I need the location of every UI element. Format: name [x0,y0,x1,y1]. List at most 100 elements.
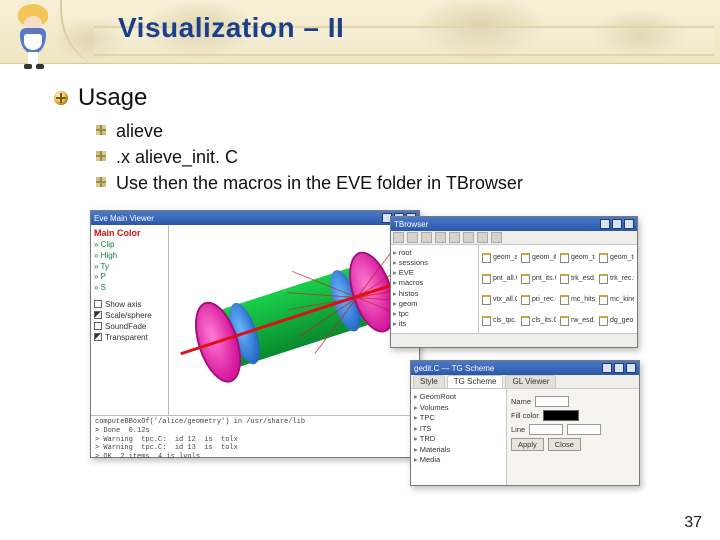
usage-heading: Usage [78,84,147,112]
tree-node[interactable]: TPC [414,413,503,424]
apply-button[interactable]: Apply [511,438,544,451]
checkbox-label: Transparent [105,333,148,342]
file-item[interactable]: pnt_all.C [482,269,517,288]
tree-folder[interactable]: tpc [393,309,476,319]
slide-body: Usage alieve .x alieve_init. C Use then … [0,64,720,196]
titlebar: Eve Main Viewer [91,211,419,225]
tab[interactable]: GL Viewer [505,375,556,388]
usage-sublist: alieve .x alieve_init. C Use then the ma… [96,118,696,196]
window-controls[interactable] [602,363,636,373]
titlebar: TBrowser [391,217,637,231]
tree-folder[interactable]: geom [393,299,476,309]
prop-line: Line [511,424,635,435]
tree-folder[interactable]: histos [393,289,476,299]
tree-node[interactable]: TRD [414,434,503,445]
window-title: TBrowser [394,220,428,229]
viewer-console: computeBBoxOf('/alice/geometry') in /usr… [91,415,419,457]
window-title: Eve Main Viewer [94,214,154,223]
number-input[interactable] [567,424,601,435]
usage-item: alieve [96,118,696,144]
usage-item-text: Use then the macros in the EVE folder in… [116,170,523,196]
slide-header: Visualization – II [0,0,720,64]
close-button[interactable]: Close [548,438,581,451]
panel-row[interactable]: » High [94,251,165,262]
file-item[interactable]: geom_tpc.C [560,248,595,267]
file-item[interactable]: mc_hits.C [560,290,595,309]
checkbox-row[interactable]: Show axis [94,300,165,309]
checkbox-row[interactable]: Scale/sphere [94,311,165,320]
page-number: 37 [684,514,702,532]
panel-row[interactable]: » S [94,283,165,294]
viewer-3d-canvas[interactable] [169,225,419,415]
tree-folder[interactable]: EVE [393,268,476,278]
tab[interactable]: TG Scheme [447,375,504,388]
detector-geometry-icon [179,235,413,405]
color-swatch[interactable] [543,410,579,421]
grid-bullet-icon [96,177,106,187]
file-item[interactable]: pri_rec.C [521,290,556,309]
number-input[interactable] [529,424,563,435]
file-item[interactable]: rw_esd.C [560,311,595,330]
tree-folder[interactable]: macros [393,278,476,288]
file-item[interactable]: geom_trd.C [599,248,634,267]
checkbox-label: Scale/sphere [105,311,152,320]
slide-title: Visualization – II [118,12,344,44]
window-controls[interactable] [600,219,634,229]
panel-header: Main Color [94,228,165,238]
file-item[interactable]: geom_its.C [521,248,556,267]
browser-statusbar [391,333,637,347]
tree-folder[interactable]: root [393,248,476,258]
file-item[interactable]: dg_geo.C [599,311,634,330]
panel-row[interactable]: » Clip [94,240,165,251]
file-item[interactable]: trk_esd.C [560,269,595,288]
field-label: Line [511,425,525,434]
field-label: Fill color [511,411,539,420]
tree-node[interactable]: ITS [414,424,503,435]
compass-bullet-icon [54,91,68,105]
usage-item-text: .x alieve_init. C [116,144,238,170]
browser-tree[interactable]: root sessions EVE macros histos geom tpc… [391,245,479,347]
usage-item: Use then the macros in the EVE folder in… [96,170,696,196]
text-input[interactable] [535,396,569,407]
file-item[interactable]: geom_all.C [482,248,517,267]
tree-folder[interactable]: its [393,319,476,329]
tree-node[interactable]: GeomRoot [414,392,503,403]
file-item[interactable]: cls_its.C [521,311,556,330]
checkbox-row[interactable]: Transparent [94,333,165,342]
file-item[interactable]: cls_tpc.C [482,311,517,330]
tree-node[interactable]: Media [414,455,503,466]
file-item[interactable]: pnt_its.C [521,269,556,288]
usage-item: .x alieve_init. C [96,144,696,170]
field-label: Name [511,397,531,406]
panel-row[interactable]: » Ty [94,262,165,273]
tree-node[interactable]: Materials [414,445,503,456]
prop-actions: Apply Close [511,438,635,451]
alice-mascot-icon [10,4,62,70]
window-style-editor: gedit.C — TG Scheme Style TG Scheme GL V… [410,360,640,486]
grid-bullet-icon [96,151,106,161]
prop-fillcolor: Fill color [511,410,635,421]
usage-item-text: alieve [116,118,163,144]
editor-tree[interactable]: GeomRoot Volumes TPC ITS TRD Materials M… [411,389,507,485]
file-item[interactable]: trk_rec.C [599,269,634,288]
checkbox-row[interactable]: SoundFade [94,322,165,331]
editor-tabs: Style TG Scheme GL Viewer [411,375,639,389]
prop-name: Name [511,396,635,407]
window-title: gedit.C — TG Scheme [414,364,494,373]
viewer-side-panel: Main Color » Clip » High » Ty » P » S Sh… [91,225,169,415]
browser-toolbar[interactable] [391,231,637,245]
tree-node[interactable]: Volumes [414,403,503,414]
tree-folder[interactable]: sessions [393,258,476,268]
file-item[interactable]: mc_kine.C [599,290,634,309]
tab[interactable]: Style [413,375,445,388]
window-eve-viewer: Eve Main Viewer Main Color » Clip » High… [90,210,420,458]
checkbox-label: Show axis [105,300,141,309]
bullet-usage: Usage [54,84,696,112]
editor-properties: Name Fill color Line Apply Close [507,389,639,485]
file-item[interactable]: vtx_all.C [482,290,517,309]
grid-bullet-icon [96,125,106,135]
checkbox-label: SoundFade [105,322,146,331]
window-tbrowser: TBrowser root sessions EVE macros histos… [390,216,638,348]
panel-row[interactable]: » P [94,272,165,283]
titlebar: gedit.C — TG Scheme [411,361,639,375]
